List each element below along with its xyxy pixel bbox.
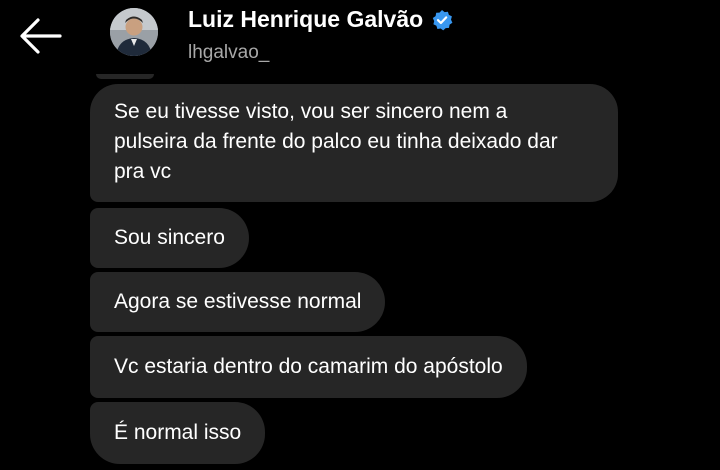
message-text: É normal isso	[114, 421, 242, 444]
message-text: Agora se estivesse normal	[114, 290, 362, 313]
contact-name-row[interactable]: Luiz Henrique Galvão	[188, 6, 453, 33]
message-bubble[interactable]: Vc estaria dentro do camarim do apóstolo	[90, 336, 527, 398]
message-bubble[interactable]: É normal isso	[90, 402, 266, 464]
conversation-header: Luiz Henrique Galvão lhgalvao_	[0, 0, 720, 78]
message-bubble[interactable]: Se eu tivesse visto, vou ser sincero nem…	[90, 84, 618, 202]
contact-name[interactable]: Luiz Henrique Galvão	[188, 6, 423, 33]
previous-message-edge	[96, 74, 154, 79]
dm-conversation-screen: Luiz Henrique Galvão lhgalvao_ Se eu tiv…	[0, 0, 720, 470]
message-text: Vc estaria dentro do camarim do apóstolo	[114, 355, 503, 378]
profile-avatar	[110, 8, 158, 56]
message-line: Se eu tivesse visto, vou ser sincero nem…	[114, 100, 508, 123]
avatar[interactable]	[110, 8, 158, 56]
message-bubble[interactable]: Agora se estivesse normal	[90, 272, 386, 332]
arrow-left-icon	[20, 18, 62, 54]
message-line: pulseira da frente do palco eu tinha dei…	[114, 130, 558, 153]
verified-badge-icon	[432, 9, 453, 30]
contact-username: lhgalvao_	[188, 42, 270, 63]
message-line: pra vc	[114, 160, 172, 183]
message-text: Sou sincero	[114, 226, 225, 249]
back-button[interactable]	[14, 14, 66, 58]
message-bubble[interactable]: Sou sincero	[90, 208, 249, 268]
